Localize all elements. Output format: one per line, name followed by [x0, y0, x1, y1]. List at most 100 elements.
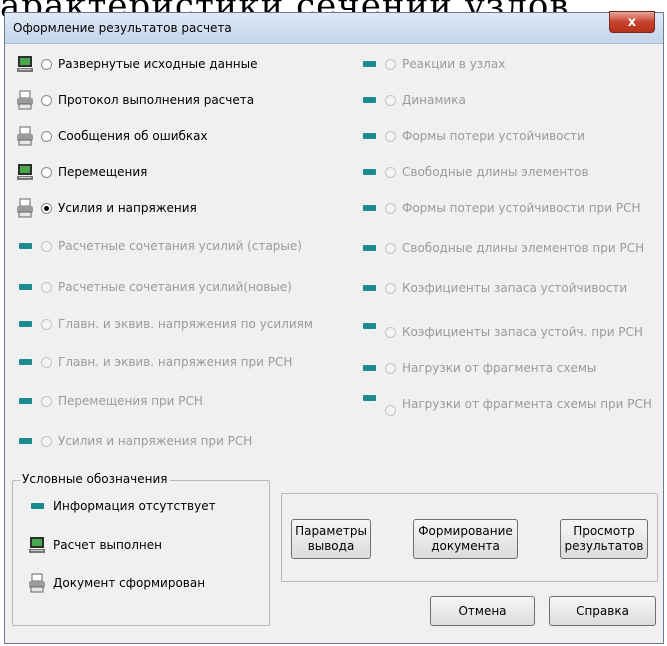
option-label: Коэфициенты запаса устойч. при РСН [402, 325, 643, 339]
option-error-messages[interactable]: Сообщения об ошибках [15, 125, 208, 147]
radio-button[interactable] [41, 356, 52, 368]
option-forces-rsn[interactable]: Усилия и напряжения при РСН [15, 430, 252, 452]
output-params-button[interactable]: Параметры вывода [291, 519, 371, 559]
form-document-button[interactable]: Формирование документа [413, 519, 518, 559]
radio-button[interactable] [385, 202, 396, 214]
option-label: Свободные длины элементов при РСН [402, 241, 645, 255]
option-label: Главн. и эквив. напряжения по усилиям [58, 317, 313, 331]
option-label: Усилия и напряжения при РСН [58, 434, 253, 448]
radio-button[interactable] [41, 281, 52, 293]
option-label: Формы потери устойчивости [402, 129, 585, 143]
legend-item-doc-formed: Документ сформирован [27, 572, 205, 594]
computer-icon [15, 162, 35, 182]
dash-icon [15, 236, 35, 256]
option-principal-stress-rsn[interactable]: Главн. и эквив. напряжения при РСН [15, 351, 292, 373]
dash-icon [359, 388, 379, 408]
dash-icon [27, 496, 47, 516]
option-label: Расчетные сочетания усилий (старые) [58, 239, 302, 253]
printer-icon [15, 198, 35, 218]
radio-button[interactable] [41, 94, 52, 106]
radio-button[interactable] [41, 58, 52, 70]
legend-label: Расчет выполнен [53, 538, 162, 552]
cancel-button[interactable]: Отмена [430, 596, 535, 626]
option-label: Перемещения [58, 165, 148, 179]
dash-icon [15, 391, 35, 411]
radio-button[interactable] [385, 242, 396, 254]
dialog-title: Оформление результатов расчета [13, 21, 232, 35]
option-label: Нагрузки от фрагмента схемы [402, 361, 597, 375]
option-label: Развернутые исходные данные [58, 57, 258, 71]
option-dynamics[interactable]: Динамика [359, 89, 466, 111]
radio-button[interactable] [385, 405, 396, 416]
radio-button[interactable] [41, 166, 52, 178]
dash-icon [359, 238, 379, 258]
radio-button[interactable] [385, 326, 396, 338]
option-displacements-rsn[interactable]: Перемещения при РСН [15, 390, 203, 412]
option-label: Нагрузки от фрагмента схемы при РСН [402, 397, 652, 411]
dash-icon [359, 198, 379, 218]
option-stability-factors[interactable]: Коэфициенты запаса устойчивости [359, 277, 627, 299]
dash-icon [15, 314, 35, 334]
option-expanded-input[interactable]: Развернутые исходные данные [15, 53, 258, 75]
dash-icon [359, 90, 379, 110]
option-label: Свободные длины элементов [402, 165, 589, 179]
computer-icon [27, 535, 47, 555]
dash-icon [359, 278, 379, 298]
radio-button[interactable] [385, 94, 396, 106]
legend-title: Условные обозначения [20, 472, 170, 486]
view-results-button[interactable]: Просмотр результатов [560, 519, 648, 559]
option-rsu-new[interactable]: Расчетные сочетания усилий(новые) [15, 276, 292, 298]
option-reactions[interactable]: Реакции в узлах [359, 53, 505, 75]
dialog-body: Развернутые исходные данные Протокол вып… [5, 44, 663, 643]
printer-icon [27, 573, 47, 593]
option-principal-stress[interactable]: Главн. и эквив. напряжения по усилиям [15, 313, 313, 335]
close-button[interactable]: x [609, 11, 655, 33]
radio-button[interactable] [385, 282, 396, 294]
option-label: Коэфициенты запаса устойчивости [402, 281, 628, 295]
radio-button[interactable] [41, 435, 52, 447]
legend-item-no-info: Информация отсутствует [27, 495, 216, 517]
option-fragment-loads-rsn[interactable]: Нагрузки от фрагмента схемы при РСН [359, 391, 652, 431]
radio-button[interactable] [385, 166, 396, 178]
dash-icon [359, 126, 379, 146]
help-button[interactable]: Справка [549, 596, 656, 626]
radio-button[interactable] [385, 58, 396, 70]
radio-button[interactable] [41, 395, 52, 407]
option-displacements[interactable]: Перемещения [15, 161, 147, 183]
option-label: Расчетные сочетания усилий(новые) [58, 280, 292, 294]
radio-button[interactable] [41, 130, 52, 142]
dash-icon [359, 54, 379, 74]
option-buckling-modes[interactable]: Формы потери устойчивости [359, 125, 585, 147]
option-fragment-loads[interactable]: Нагрузки от фрагмента схемы [359, 357, 596, 379]
radio-button[interactable] [41, 240, 52, 252]
option-label: Главн. и эквив. напряжения при РСН [58, 355, 293, 369]
radio-button-selected[interactable] [41, 202, 52, 214]
option-label: Динамика [402, 93, 466, 107]
dash-icon [359, 162, 379, 182]
option-free-lengths[interactable]: Свободные длины элементов [359, 161, 589, 183]
option-forces-stresses[interactable]: Усилия и напряжения [15, 197, 197, 219]
title-bar: Оформление результатов расчета x [5, 11, 663, 44]
printer-icon [15, 126, 35, 146]
option-run-protocol[interactable]: Протокол выполнения расчета [15, 89, 254, 111]
option-buckling-modes-rsn[interactable]: Формы потери устойчивости при РСН [359, 197, 640, 219]
option-stability-factors-rsn[interactable]: Коэфициенты запаса устойч. при РСН [359, 321, 643, 343]
option-label: Протокол выполнения расчета [58, 93, 255, 107]
legend-group: Условные обозначения Информация отсутств… [12, 472, 270, 626]
option-rsu-old[interactable]: Расчетные сочетания усилий (старые) [15, 235, 302, 257]
dash-icon [359, 358, 379, 378]
dash-icon [15, 277, 35, 297]
option-free-lengths-rsn[interactable]: Свободные длины элементов при РСН [359, 237, 644, 259]
dash-icon [15, 352, 35, 372]
legend-label: Информация отсутствует [53, 499, 216, 513]
radio-button[interactable] [41, 318, 52, 330]
option-label: Перемещения при РСН [58, 394, 203, 408]
radio-button[interactable] [385, 362, 396, 374]
radio-dot [44, 205, 49, 211]
printer-icon [15, 90, 35, 110]
option-label: Сообщения об ошибках [58, 129, 208, 143]
dialog-window: Оформление результатов расчета x Разверн… [4, 11, 664, 644]
radio-button[interactable] [385, 130, 396, 142]
legend-item-calc-done: Расчет выполнен [27, 534, 162, 556]
legend-label: Документ сформирован [53, 576, 206, 590]
